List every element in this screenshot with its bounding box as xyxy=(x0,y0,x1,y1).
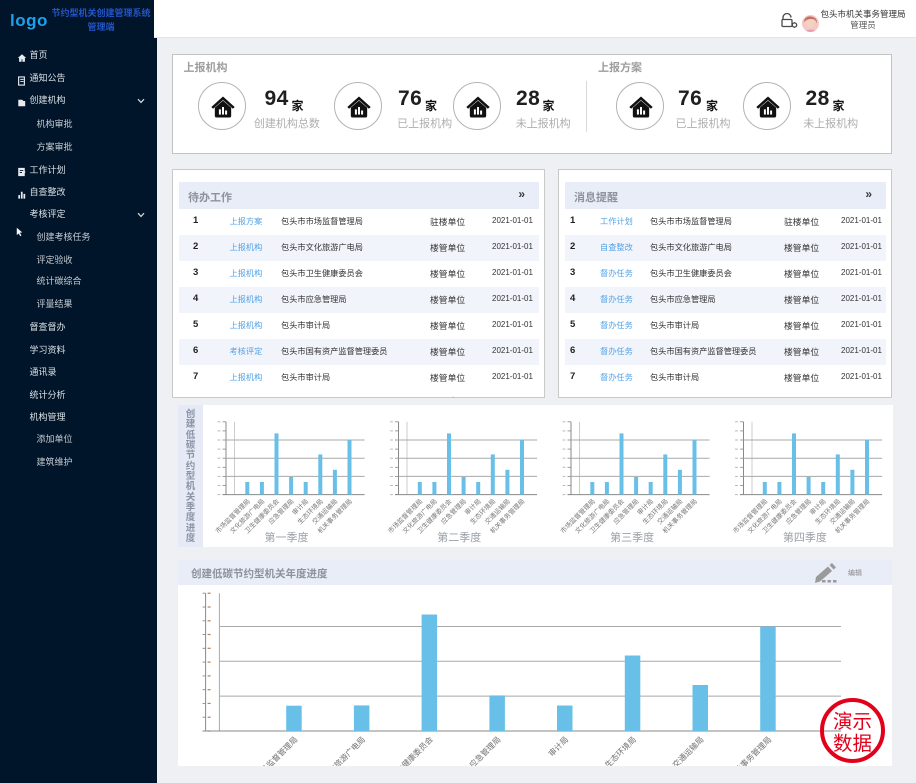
svg-text:第三季度: 第三季度 xyxy=(610,530,654,544)
svg-text:第四季度: 第四季度 xyxy=(783,530,827,544)
svg-text:文化旅游广电局: 文化旅游广电局 xyxy=(320,734,367,766)
svg-text:卫生健康委员会: 卫生健康委员会 xyxy=(388,734,435,766)
svg-text:第一季度: 第一季度 xyxy=(265,530,309,544)
svg-text:审计局: 审计局 xyxy=(546,734,570,758)
svg-text:市场监督管理局: 市场监督管理局 xyxy=(253,734,300,766)
svg-text:应急管理局: 应急管理局 xyxy=(467,734,502,766)
svg-text:第二季度: 第二季度 xyxy=(437,530,481,544)
svg-text:机关事务管理局: 机关事务管理局 xyxy=(727,734,774,766)
svg-text:生态环境局: 生态环境局 xyxy=(603,734,638,766)
svg-text:交通运输局: 交通运输局 xyxy=(670,734,705,766)
